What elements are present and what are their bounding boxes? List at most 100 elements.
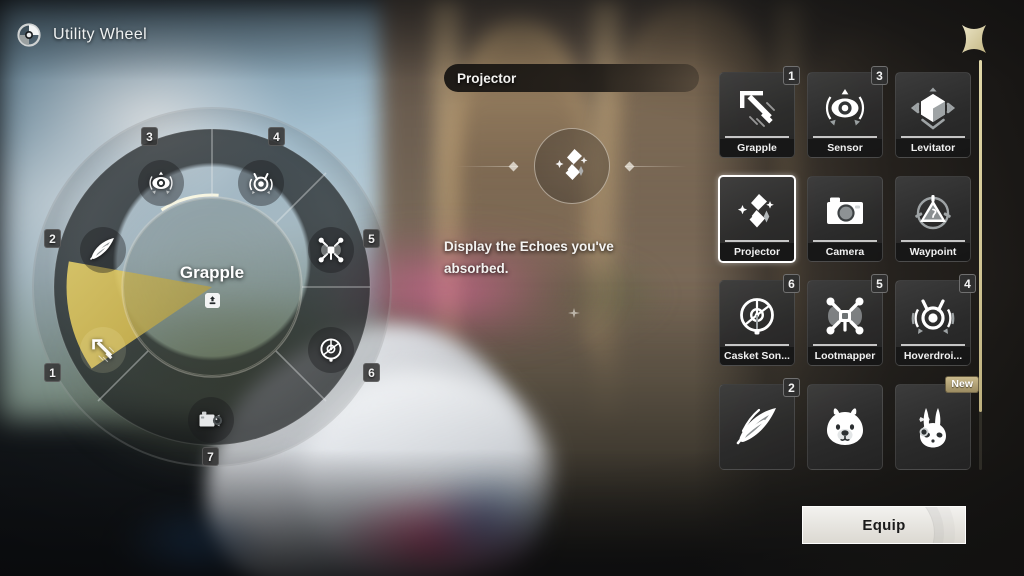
close-star-icon[interactable] — [955, 20, 993, 58]
grid-item-rabbit-echo[interactable] — [895, 384, 971, 470]
wheel-slot-number-7: 7 — [202, 447, 219, 466]
wheel-hub: Grapple — [123, 198, 301, 376]
tile-separator — [813, 344, 877, 346]
wheel-slot-number-5: 5 — [363, 229, 380, 248]
tile-separator — [725, 136, 789, 138]
grid-item-sensor[interactable]: Sensor — [807, 72, 883, 158]
grid-item-label: Grapple — [720, 139, 794, 157]
tile-separator — [725, 344, 789, 346]
grid-item-badge: 5 — [871, 274, 888, 293]
grid-item-badge: 1 — [783, 66, 800, 85]
tile-separator — [813, 136, 877, 138]
wheel-slot-number-6: 6 — [363, 363, 380, 382]
key-hint-icon — [204, 292, 220, 308]
grapple-icon — [92, 339, 115, 363]
tile-separator — [901, 240, 965, 242]
sensor-icon — [808, 77, 882, 139]
grid-item-levitator[interactable]: Levitator — [895, 72, 971, 158]
detail-emblem-wrap — [444, 114, 699, 218]
hoverdroid-icon — [249, 173, 273, 195]
grid-item-camera[interactable]: Camera — [807, 176, 883, 262]
hoverdroid-icon — [896, 285, 970, 347]
wheel-slot-number-2: 2 — [44, 229, 61, 248]
wheel-slot-7-camera[interactable] — [188, 397, 234, 443]
utility-wheel-icon — [16, 22, 42, 48]
wheel-slot-number-4: 4 — [268, 127, 285, 146]
grid-cell: Hoverdroi... 4 — [889, 274, 977, 370]
emblem-diamond-left — [508, 161, 519, 171]
grid-item-badge: 4 — [959, 274, 976, 293]
grid-cell: Camera — [801, 170, 889, 266]
feather-wing-icon — [90, 238, 114, 260]
waypoint-icon — [896, 181, 970, 243]
grid-item-label: Projector — [720, 243, 794, 261]
grid-cell: New — [889, 376, 979, 474]
grid-item-label: Hoverdroi... — [896, 347, 970, 365]
emblem-diamond-right — [624, 161, 635, 171]
wheel-selected-name: Grapple — [179, 262, 245, 282]
grid-cell: Sensor 3 — [801, 66, 889, 162]
feather-wing-icon — [720, 399, 794, 457]
tile-separator — [813, 240, 877, 242]
grapple-icon — [720, 77, 794, 139]
lootmapper-icon — [808, 285, 882, 347]
new-badge: New — [945, 376, 979, 393]
levitator-icon — [896, 77, 970, 139]
grid-scrollbar-track[interactable] — [979, 60, 982, 470]
detail-name-bar: Projector — [444, 64, 699, 92]
equip-button[interactable]: Equip — [802, 506, 966, 544]
grid-item-label: Casket Son... — [720, 347, 794, 365]
casket-sonar-icon — [320, 338, 342, 362]
bear-head-icon — [808, 399, 882, 457]
grid-cell: Grapple 1 — [713, 66, 801, 162]
equip-button-label: Equip — [862, 516, 906, 534]
utility-wheel-screen: Utility Wheel Grapple 1 2 3 4 5 6 7 Proj… — [0, 0, 1024, 576]
rabbit-head-icon — [896, 399, 970, 457]
sensor-icon — [149, 171, 173, 195]
projector-icon — [555, 149, 587, 180]
detail-emblem — [533, 128, 610, 204]
grid-cell: Waypoint — [889, 170, 977, 266]
casket-sonar-icon — [720, 285, 794, 347]
grid-cell — [801, 378, 889, 474]
detail-description: Display the Echoes you've absorbed. — [444, 239, 614, 277]
detail-sparkle-icon — [568, 308, 580, 318]
grid-item-lootmapper[interactable]: Lootmapper — [807, 280, 883, 366]
wheel-slot-6-casket-sonar[interactable] — [308, 327, 354, 373]
tile-separator — [725, 240, 789, 242]
grid-item-label: Levitator — [896, 139, 970, 157]
wheel-slot-number-3: 3 — [141, 127, 158, 146]
camera-icon — [199, 411, 223, 427]
grid-item-grapple[interactable]: Grapple — [719, 72, 795, 158]
camera-icon — [808, 181, 882, 243]
wheel-slot-1-grapple[interactable] — [80, 327, 126, 373]
grid-item-waypoint[interactable]: Waypoint — [895, 176, 971, 262]
lootmapper-icon — [318, 237, 344, 263]
wheel-slot-number-1: 1 — [44, 363, 61, 382]
grid-item-feather[interactable] — [719, 384, 795, 470]
grid-cell: Lootmapper 5 — [801, 274, 889, 370]
grid-item-bear-echo[interactable] — [807, 384, 883, 470]
grid-item-label: Lootmapper — [808, 347, 882, 365]
grid-cell: Casket Son... 6 — [713, 274, 801, 370]
grid-item-label: Waypoint — [896, 243, 970, 261]
wheel-slot-2-feather[interactable] — [80, 227, 126, 273]
grid-item-hoverdroid[interactable]: Hoverdroi... — [895, 280, 971, 366]
grid-item-badge: 6 — [783, 274, 800, 293]
grid-cell: 2 — [713, 378, 801, 474]
grid-item-badge: 3 — [871, 66, 888, 85]
grid-item-badge: 2 — [783, 378, 800, 397]
wheel-slot-4-hoverdroid[interactable] — [238, 160, 284, 206]
utility-grid[interactable]: Grapple 1 Sensor 3 Levitator Projector C… — [713, 66, 979, 474]
wheel-slot-5-lootmapper[interactable] — [308, 227, 354, 273]
grid-item-projector[interactable]: Projector — [718, 175, 796, 263]
utility-wheel[interactable]: Grapple 1 2 3 4 5 6 7 — [30, 105, 395, 475]
grid-cell: Levitator — [889, 66, 977, 162]
grid-item-label: Camera — [808, 243, 882, 261]
grid-scrollbar-thumb[interactable] — [979, 60, 982, 412]
grid-item-casket-sonar[interactable]: Casket Son... — [719, 280, 795, 366]
grid-cell: Projector — [713, 170, 801, 266]
detail-name: Projector — [457, 70, 517, 86]
wheel-slot-3-sensor[interactable] — [138, 160, 184, 206]
page-title: Utility Wheel — [53, 26, 148, 43]
